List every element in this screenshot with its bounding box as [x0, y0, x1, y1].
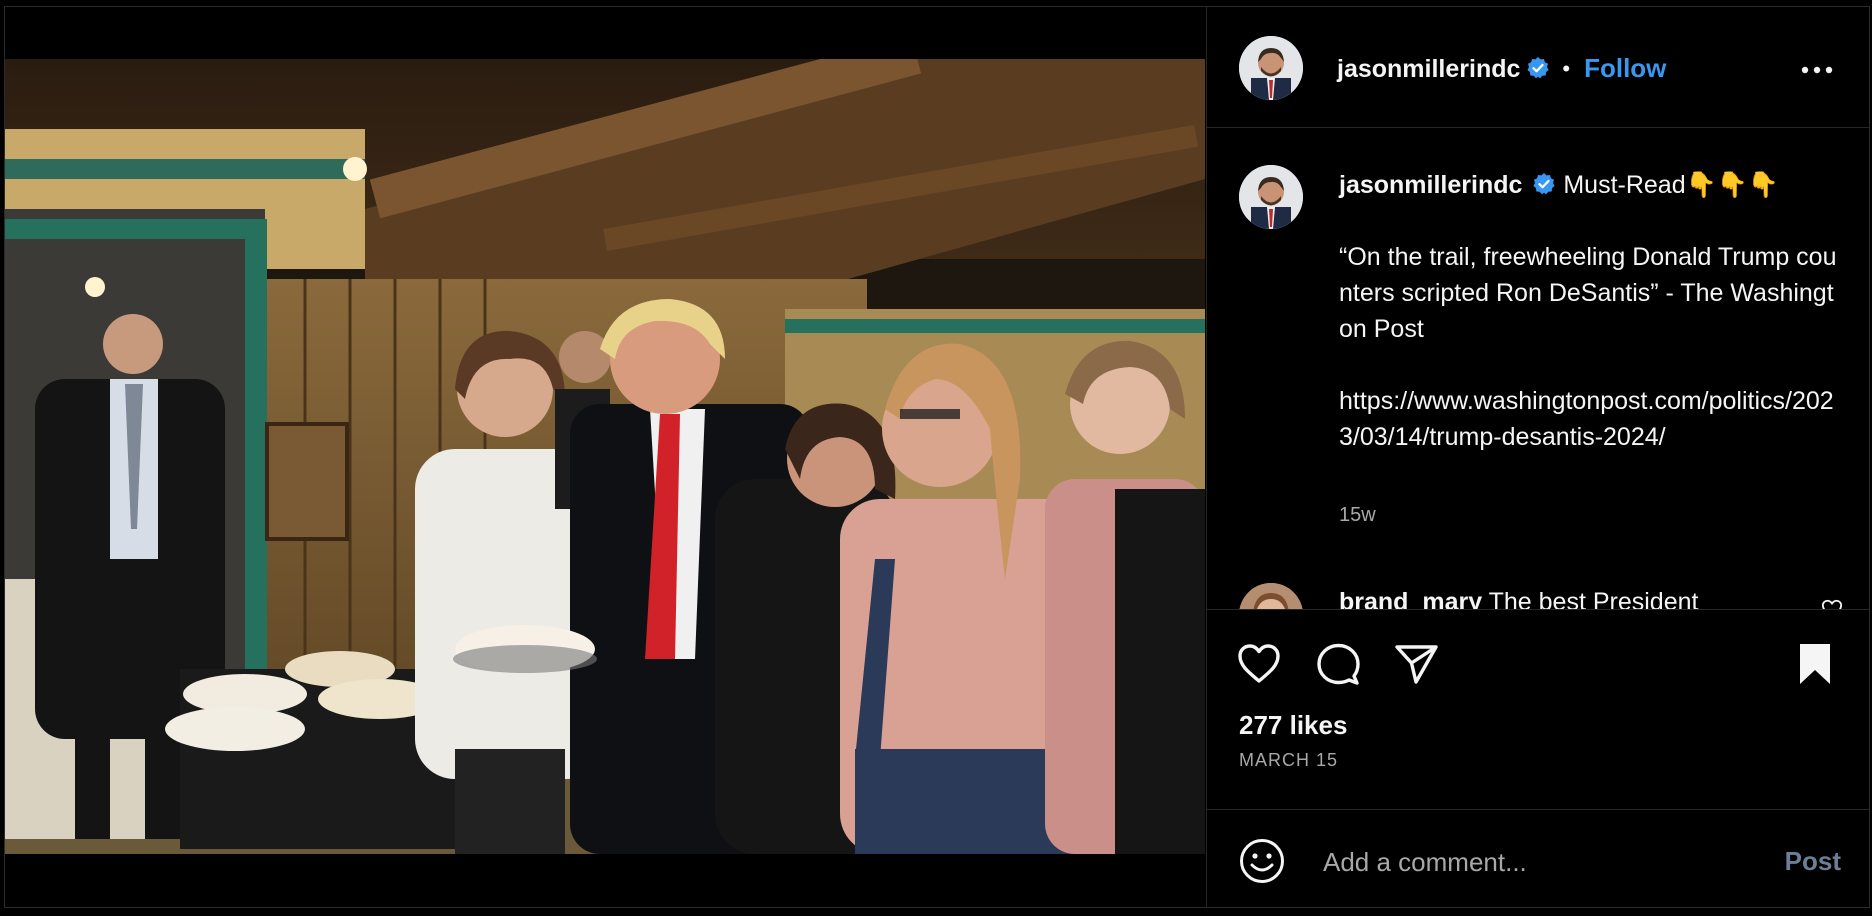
post-photo[interactable] — [5, 59, 1205, 854]
comment-bubble-icon[interactable] — [1314, 640, 1362, 688]
comment-body: The best President — [1488, 588, 1699, 610]
commenter-avatar[interactable] — [1239, 583, 1303, 609]
caption-first-line: jasonmillerindc Must-Read👇👇👇 — [1339, 167, 1839, 203]
add-comment-input[interactable] — [1321, 840, 1765, 884]
caption-intro: Must-Read👇👇👇 — [1563, 171, 1779, 199]
post-header: jasonmillerindc • Follow — [1207, 7, 1869, 128]
author-avatar-image — [1239, 36, 1303, 100]
verified-badge-icon — [1533, 173, 1555, 195]
caption-text: jasonmillerindc Must-Read👇👇👇 “On the tra… — [1339, 167, 1839, 455]
comment-like-heart-icon[interactable] — [1821, 598, 1843, 610]
author-avatar[interactable] — [1239, 36, 1303, 100]
post-side-pane: jasonmillerindc • Follow jasonmillerindc… — [1206, 7, 1869, 907]
post-modal: jasonmillerindc • Follow jasonmillerindc… — [4, 6, 1870, 908]
add-comment-bar: Post — [1207, 810, 1869, 907]
likes-count[interactable]: 277 likes — [1239, 710, 1347, 741]
emoji-icon[interactable] — [1239, 838, 1285, 884]
caption-time-ago: 15w — [1339, 504, 1376, 526]
media-pane — [5, 7, 1205, 907]
follow-button[interactable]: Follow — [1584, 53, 1666, 83]
bookmark-icon[interactable] — [1791, 640, 1839, 688]
comments-area[interactable]: jasonmillerindc Must-Read👇👇👇 “On the tra… — [1207, 128, 1869, 610]
caption-avatar-image — [1239, 165, 1303, 229]
caption-quote: “On the trail, freewheeling Donald Trump… — [1339, 243, 1837, 343]
paper-plane-icon[interactable] — [1392, 640, 1440, 688]
post-date: MARCH 15 — [1239, 750, 1339, 770]
heart-icon[interactable] — [1235, 640, 1283, 688]
commenter-avatar-image — [1239, 583, 1303, 609]
commenter-username[interactable]: brand_mary — [1339, 588, 1482, 609]
caption-author-avatar[interactable] — [1239, 165, 1303, 229]
more-options-button[interactable] — [1797, 55, 1837, 85]
verified-badge-icon — [1527, 57, 1549, 79]
header-user-line: jasonmillerindc • Follow — [1337, 53, 1666, 88]
post-photo-image — [5, 59, 1205, 854]
comment-text: brand_mary The best President — [1339, 584, 1699, 610]
caption-link[interactable]: https://www.washingtonpost.com/politics/… — [1339, 383, 1839, 455]
post-comment-button[interactable]: Post — [1785, 846, 1841, 877]
more-options-icon — [1801, 66, 1833, 74]
post-actions: 277 likes MARCH 15 — [1207, 610, 1869, 810]
author-username[interactable]: jasonmillerindc — [1337, 55, 1520, 83]
caption-username[interactable]: jasonmillerindc — [1339, 171, 1522, 199]
header-separator: • — [1562, 56, 1571, 81]
